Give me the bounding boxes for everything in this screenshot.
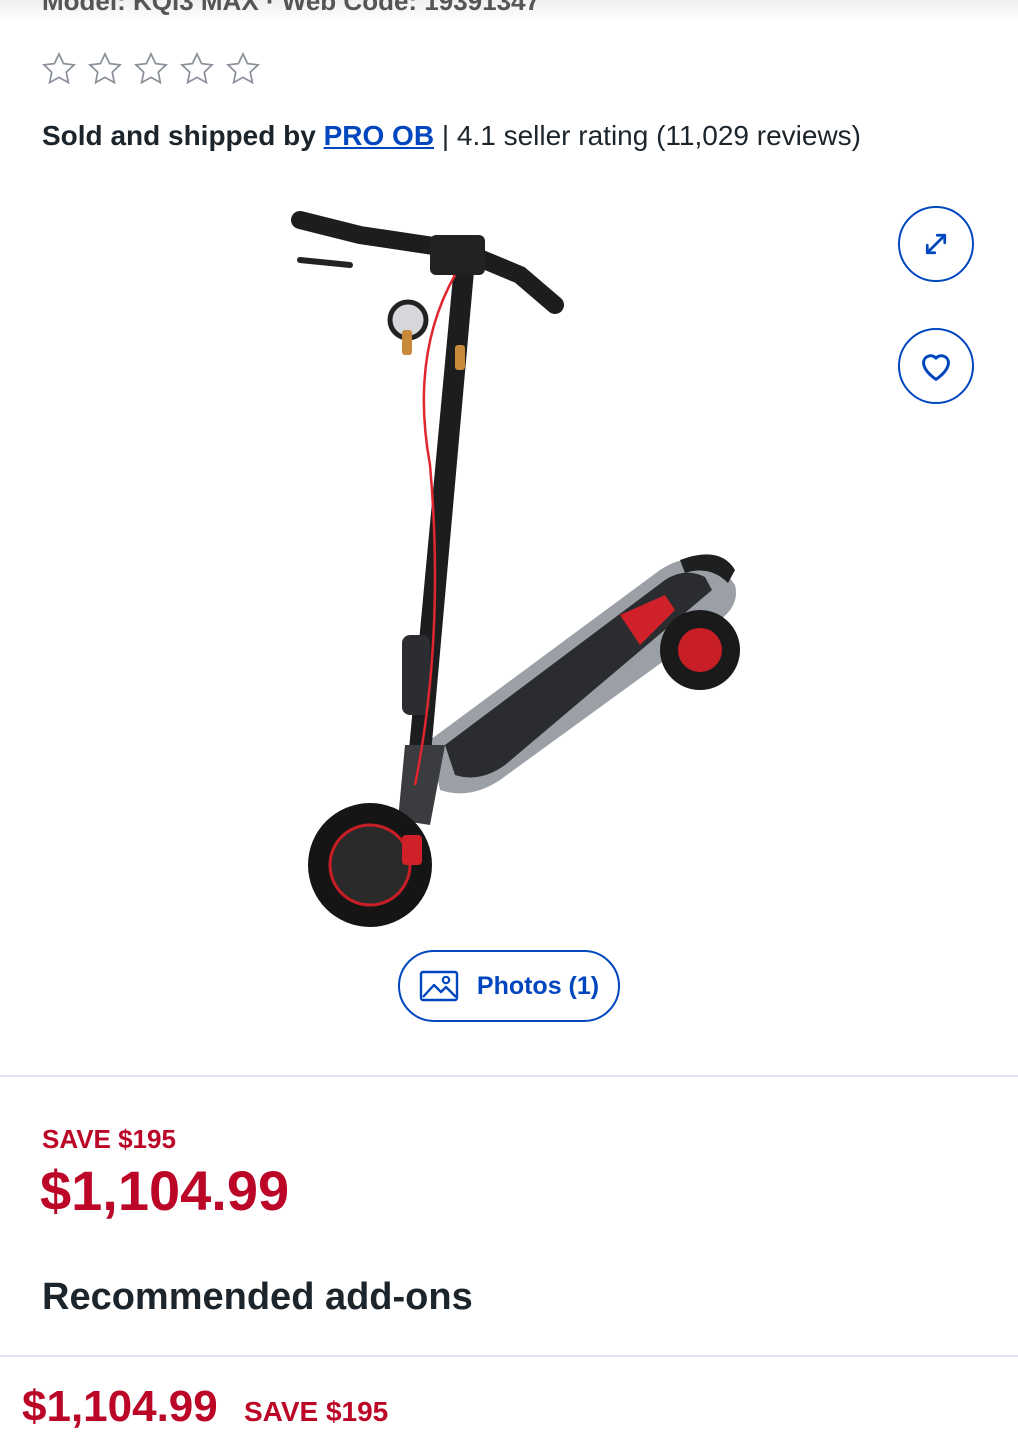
seller-separator: | [441, 120, 450, 151]
rating-stars[interactable] [40, 50, 262, 88]
star-empty-icon [180, 51, 214, 85]
sticky-save-badge: SAVE $195 [244, 1396, 389, 1427]
expand-icon [925, 233, 947, 255]
model-webcode-text: Model: KQi3 MAX · Web Code: 19391347 [42, 0, 540, 16]
sticky-bar-divider [0, 1355, 1018, 1357]
sold-by-label: Sold and shipped by [42, 120, 316, 151]
heart-icon [922, 354, 950, 381]
recommended-addons-heading: Recommended add-ons [42, 1276, 473, 1318]
star-empty-icon [88, 51, 122, 85]
save-badge: SAVE $195 [42, 1124, 176, 1154]
star-empty-icon [42, 51, 76, 85]
image-icon [419, 970, 459, 1002]
seller-info: Sold and shipped by PRO OB | 4.1 seller … [42, 120, 861, 152]
star-empty-icon [134, 51, 168, 85]
cut-off-header: Model: KQi3 MAX · Web Code: 19391347 [0, 0, 1018, 22]
section-divider [0, 1075, 1018, 1077]
product-image-scooter[interactable] [280, 205, 760, 935]
expand-image-button[interactable] [898, 206, 974, 282]
photos-button[interactable]: Photos (1) [398, 950, 620, 1022]
photos-label: Photos (1) [476, 971, 600, 1000]
sticky-price: $1,104.99 [22, 1382, 218, 1431]
save-favorite-button[interactable] [898, 328, 974, 404]
seller-rating-text: 4.1 seller rating (11,029 reviews) [456, 120, 862, 151]
seller-link[interactable]: PRO OB [324, 120, 434, 151]
product-price: $1,104.99 [40, 1159, 290, 1222]
star-empty-icon [226, 51, 260, 85]
